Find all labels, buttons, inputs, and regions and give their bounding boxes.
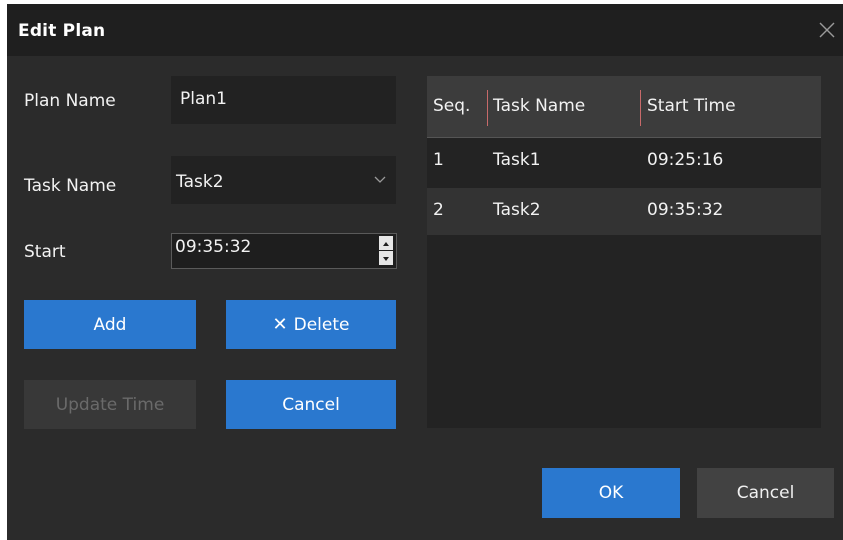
add-button-label: Add: [93, 314, 127, 335]
edit-plan-dialog: Edit Plan Plan Name Plan1 Task Name Task…: [7, 4, 843, 540]
column-separator: [487, 90, 488, 126]
dialog-title: Edit Plan: [18, 21, 106, 41]
table-row[interactable]: 1 Task1 09:25:16: [427, 138, 821, 185]
add-button[interactable]: Add: [24, 300, 196, 349]
column-header-start-time[interactable]: Start Time: [647, 96, 736, 116]
cancel-button[interactable]: Cancel: [697, 468, 834, 518]
task-name-combobox[interactable]: Task2: [171, 156, 396, 204]
title-bar: Edit Plan: [7, 4, 843, 56]
update-time-button[interactable]: Update Time: [24, 380, 196, 429]
plan-name-label: Plan Name: [24, 91, 116, 111]
table-row[interactable]: 2 Task2 09:35:32: [427, 188, 821, 235]
ok-button-label: OK: [598, 483, 624, 503]
delete-button[interactable]: ✕ Delete: [226, 300, 396, 349]
plan-name-field[interactable]: Plan1: [171, 76, 396, 124]
row-seq: 1: [433, 150, 444, 170]
start-time-input[interactable]: 09:35:32: [171, 233, 397, 269]
cancel-button-label: Cancel: [736, 483, 795, 503]
update-time-button-label: Update Time: [55, 394, 165, 415]
row-task-name: Task1: [493, 150, 541, 170]
close-button[interactable]: [815, 18, 839, 42]
table-header: Seq. Task Name Start Time: [427, 76, 821, 138]
plan-name-value: Plan1: [180, 89, 227, 109]
tasks-table[interactable]: Seq. Task Name Start Time 1 Task1 09:25:…: [427, 76, 821, 428]
column-header-task-name[interactable]: Task Name: [493, 96, 585, 116]
row-start-time: 09:35:32: [647, 200, 724, 220]
chevron-down-icon: [374, 176, 386, 183]
time-spinner[interactable]: [379, 236, 393, 266]
spin-down-icon: [383, 257, 389, 261]
row-start-time: 09:25:16: [647, 150, 724, 170]
spin-up-button[interactable]: [379, 236, 393, 250]
ok-button[interactable]: OK: [542, 468, 680, 518]
row-task-name: Task2: [493, 200, 541, 220]
cancel-edit-button[interactable]: Cancel: [226, 380, 396, 429]
close-icon: [819, 22, 835, 38]
column-header-seq[interactable]: Seq.: [433, 96, 470, 116]
task-name-label: Task Name: [24, 176, 117, 196]
cancel-edit-button-label: Cancel: [282, 394, 340, 415]
row-seq: 2: [433, 200, 444, 220]
delete-button-label: Delete: [293, 314, 350, 335]
task-name-value: Task2: [176, 172, 224, 192]
spin-down-button[interactable]: [379, 251, 393, 265]
start-time-value: 09:35:32: [175, 237, 252, 257]
x-icon: ✕: [272, 314, 288, 335]
spin-up-icon: [383, 242, 389, 246]
column-separator: [640, 90, 641, 126]
start-label: Start: [24, 242, 66, 262]
